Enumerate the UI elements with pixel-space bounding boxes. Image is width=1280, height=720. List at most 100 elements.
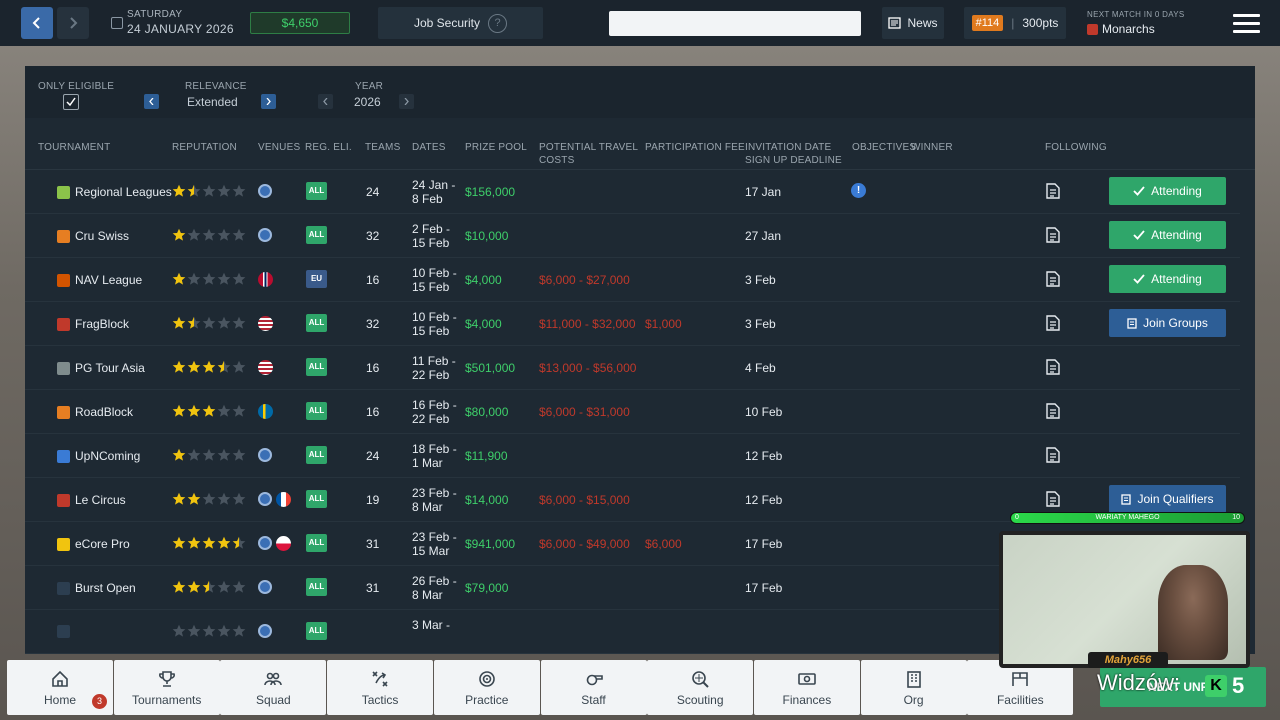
relevance-next-button[interactable] [261, 94, 276, 109]
attending-button[interactable]: Attending [1109, 177, 1226, 205]
search-input[interactable] [609, 11, 861, 36]
tournament-name[interactable]: Burst Open [57, 581, 136, 595]
col-following[interactable]: FOLLOWING [1045, 141, 1107, 154]
region-eligibility-badge: ALL [306, 446, 327, 464]
tournament-name[interactable]: RoadBlock [57, 405, 133, 419]
region-eligibility-badge: ALL [306, 226, 327, 244]
dates: 18 Feb -1 Mar [412, 442, 457, 470]
document-icon[interactable] [1046, 227, 1060, 243]
dates: 16 Feb -22 Feb [412, 398, 457, 426]
tournament-name[interactable]: PG Tour Asia [57, 361, 145, 375]
col-teams[interactable]: TEAMS [365, 141, 400, 154]
nav-home[interactable]: Home 3 [7, 660, 113, 715]
nav-squad[interactable]: Squad [220, 660, 327, 715]
col-objectives[interactable]: OBJECTIVES [852, 141, 916, 154]
ranking-button[interactable]: #114 | 300pts [964, 7, 1066, 39]
tournament-logo-icon [57, 493, 70, 507]
nav-staff[interactable]: Staff [540, 660, 647, 715]
document-icon[interactable] [1046, 491, 1060, 507]
table-row[interactable]: RoadBlock ALL 16 16 Feb -22 Feb $80,000 … [25, 390, 1240, 434]
job-security-button[interactable]: Job Security ? [378, 7, 543, 39]
year-next-button[interactable] [399, 94, 414, 109]
year-label: YEAR [355, 81, 384, 92]
col-tournament[interactable]: TOURNAMENT [38, 141, 110, 154]
table-row[interactable]: UpNComing ALL 24 18 Feb -1 Mar $11,900 1… [25, 434, 1240, 478]
table-row[interactable]: NAV League EU 16 10 Feb -15 Feb $4,000 $… [25, 258, 1240, 302]
invitation-date: 27 Jan [745, 229, 782, 243]
nav-tactics[interactable]: Tactics [327, 660, 434, 715]
col-reputation[interactable]: REPUTATION [172, 141, 237, 154]
flag-pl-icon [276, 536, 291, 551]
dates: 11 Feb -22 Feb [412, 354, 456, 382]
menu-icon[interactable] [1233, 14, 1260, 33]
help-icon[interactable]: ? [488, 13, 508, 33]
only-eligible-checkbox[interactable] [63, 94, 79, 110]
nav-scouting[interactable]: Scouting [647, 660, 754, 715]
join-button[interactable]: Join Qualifiers [1109, 485, 1226, 513]
objective-info-icon[interactable]: ! [851, 183, 866, 198]
nav-finances[interactable]: Finances [753, 660, 860, 715]
nav-org[interactable]: Org [860, 660, 967, 715]
tournament-logo-icon [57, 229, 70, 243]
col-venues[interactable]: VENUES [258, 141, 300, 154]
news-button[interactable]: News [882, 7, 944, 39]
document-icon[interactable] [1046, 183, 1060, 199]
goal-start: 0 [1015, 514, 1019, 521]
tournament-name[interactable]: Regional Leagues [57, 185, 172, 199]
col-travel-line2: COSTS [539, 155, 575, 166]
dates: 2 Feb -15 Feb [412, 222, 450, 250]
travel-costs: $13,000 - $56,000 [539, 361, 637, 375]
star-icon [232, 272, 246, 285]
document-icon[interactable] [1046, 271, 1060, 287]
table-row[interactable]: Cru Swiss ALL 32 2 Feb -15 Feb $10,000 2… [25, 214, 1240, 258]
col-prize-pool[interactable]: PRIZE POOL [465, 141, 527, 154]
globe-icon [258, 448, 272, 462]
tournament-name-text: Burst Open [75, 581, 136, 595]
tournament-name[interactable]: NAV League [57, 273, 142, 287]
table-row[interactable]: Regional Leagues ALL 24 24 Jan -8 Feb $1… [25, 170, 1240, 214]
forward-button[interactable] [57, 7, 89, 39]
tournament-name[interactable] [57, 625, 75, 638]
col-dates[interactable]: DATES [412, 141, 446, 154]
document-icon[interactable] [1046, 315, 1060, 331]
nav-practice[interactable]: Practice [433, 660, 540, 715]
tournament-name[interactable]: eCore Pro [57, 537, 130, 551]
star-icon [202, 492, 216, 505]
document-icon[interactable] [1046, 403, 1060, 419]
tournament-name[interactable]: UpNComing [57, 449, 140, 463]
back-button[interactable] [21, 7, 53, 39]
join-button[interactable]: Join Groups [1109, 309, 1226, 337]
star-icon [217, 228, 231, 241]
venues [258, 492, 291, 507]
attending-button[interactable]: Attending [1109, 265, 1226, 293]
tournament-name[interactable]: FragBlock [57, 317, 129, 331]
star-icon [217, 448, 231, 461]
next-match[interactable]: NEXT MATCH IN 0 DAYS Monarchs [1087, 10, 1185, 36]
table-row[interactable]: PG Tour Asia ALL 16 11 Feb -22 Feb $501,… [25, 346, 1240, 390]
tactics-icon [372, 670, 388, 687]
year-prev-button[interactable] [318, 94, 333, 109]
invitation-date: 17 Jan [745, 185, 782, 199]
current-date[interactable]: SATURDAY 24 JANUARY 2026 [111, 9, 234, 36]
col-invitation-line1: INVITATION DATE [745, 142, 832, 153]
reputation-stars [172, 448, 246, 462]
tournament-name[interactable]: Cru Swiss [57, 229, 129, 243]
nav-tournaments[interactable]: Tournaments [113, 660, 220, 715]
tournament-name[interactable]: Le Circus [57, 493, 126, 507]
date-start: 18 Feb - [412, 442, 457, 456]
relevance-prev-button[interactable] [144, 94, 159, 109]
invitation-date: 10 Feb [745, 405, 783, 419]
balance[interactable]: $4,650 [250, 12, 350, 34]
travel-costs: $6,000 - $31,000 [539, 405, 630, 419]
nav-facilities[interactable]: Facilities [967, 660, 1074, 715]
document-icon[interactable] [1046, 359, 1060, 375]
col-reg-eli[interactable]: REG. ELI. [305, 141, 352, 154]
reputation-stars [172, 404, 246, 418]
attending-button[interactable]: Attending [1109, 221, 1226, 249]
col-invitation[interactable]: INVITATION DATE SIGN UP DEADLINE [745, 141, 842, 167]
col-participation-fee[interactable]: PARTICIPATION FEE [645, 141, 745, 154]
col-travel-costs[interactable]: POTENTIAL TRAVEL COSTS [539, 141, 638, 167]
col-winner[interactable]: WINNER [911, 141, 953, 154]
table-row[interactable]: FragBlock ALL 32 10 Feb -15 Feb $4,000 $… [25, 302, 1240, 346]
document-icon[interactable] [1046, 447, 1060, 463]
